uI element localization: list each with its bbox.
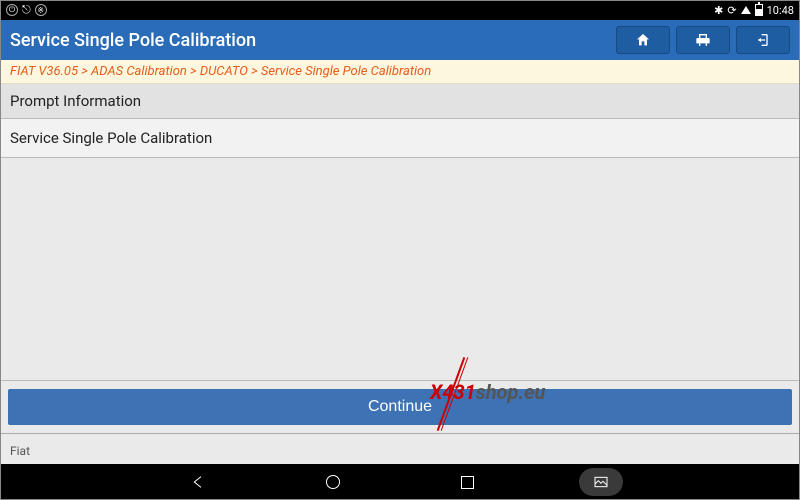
bluetooth-icon: ✱	[714, 4, 723, 17]
exit-icon	[755, 32, 771, 48]
print-button[interactable]	[676, 26, 730, 54]
footer-brand: Fiat	[0, 433, 800, 464]
continue-button[interactable]: Continue	[8, 389, 792, 425]
app-title-bar: Service Single Pole Calibration	[0, 20, 800, 60]
home-icon	[635, 32, 651, 48]
status-right-icons: ✱ ⟳ 10:48	[714, 4, 794, 17]
back-button[interactable]	[177, 468, 221, 496]
print-icon	[695, 32, 711, 48]
page-title: Service Single Pole Calibration	[10, 30, 610, 51]
square-icon	[461, 476, 474, 489]
status-left-icons: ⏻ ⎋ ※	[6, 3, 47, 17]
image-icon	[593, 474, 609, 490]
empty-area	[0, 158, 800, 381]
breadcrumb: FIAT V36.05 > ADAS Calibration > DUCATO …	[0, 60, 800, 84]
status-icon: ※	[35, 4, 47, 16]
action-row: Continue	[0, 381, 800, 433]
battery-icon	[755, 4, 763, 16]
exit-button[interactable]	[736, 26, 790, 54]
home-button[interactable]	[616, 26, 670, 54]
list-item[interactable]: Service Single Pole Calibration	[0, 119, 800, 158]
home-nav-button[interactable]	[311, 468, 355, 496]
status-time: 10:48	[767, 4, 794, 17]
circle-icon	[326, 475, 340, 489]
breadcrumb-text: FIAT V36.05 > ADAS Calibration > DUCATO …	[10, 64, 431, 79]
usb-icon: ⎋	[22, 3, 31, 17]
wifi-icon	[741, 6, 751, 14]
status-icon: ⏻	[6, 4, 18, 16]
android-status-bar: ⏻ ⎋ ※ ✱ ⟳ 10:48	[0, 0, 800, 20]
main-content: Prompt Information Service Single Pole C…	[0, 84, 800, 464]
screenshot-button[interactable]	[579, 468, 623, 496]
rotate-icon: ⟳	[727, 4, 736, 17]
android-nav-bar	[0, 464, 800, 500]
back-icon	[191, 474, 207, 490]
recent-apps-button[interactable]	[445, 468, 489, 496]
prompt-header: Prompt Information	[0, 84, 800, 119]
